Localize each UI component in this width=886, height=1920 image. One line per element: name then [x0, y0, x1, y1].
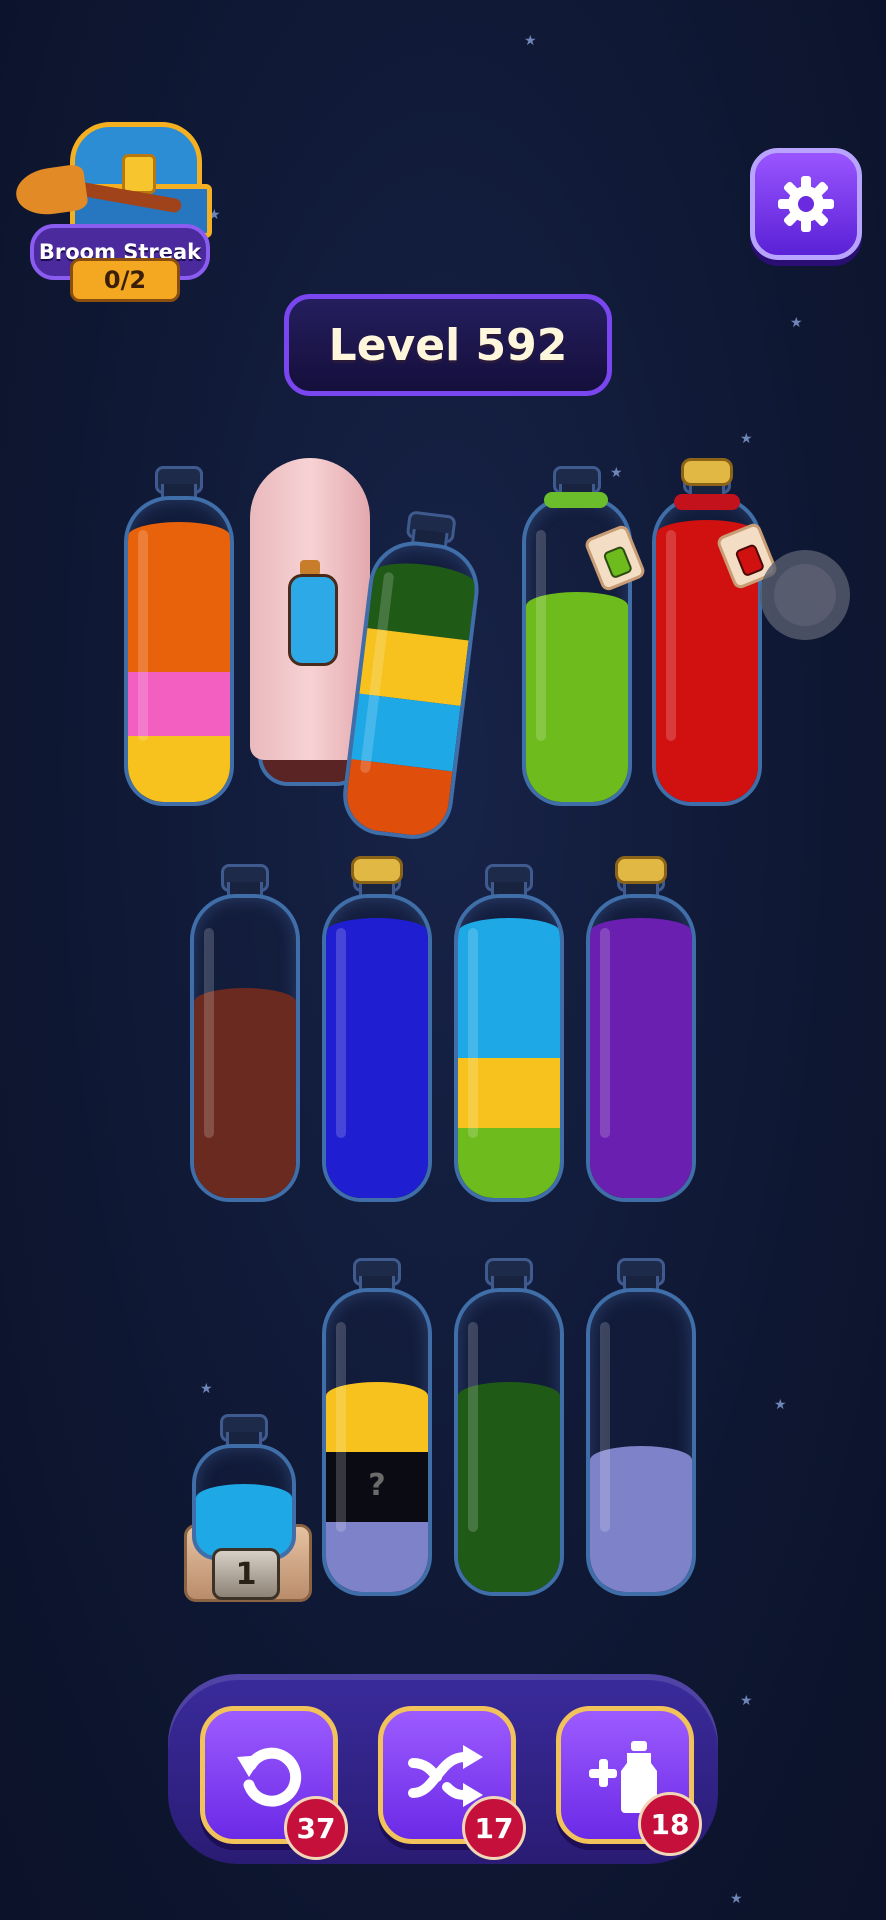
glass-shine [336, 928, 346, 1138]
glass-shine [468, 1322, 478, 1532]
bottle-glass [190, 894, 300, 1202]
add-bottle-count: 18 [650, 1807, 690, 1841]
bottle[interactable] [322, 856, 432, 1202]
rope-lock [544, 492, 608, 508]
bottle[interactable] [454, 864, 564, 1202]
bottle-glass [322, 894, 432, 1202]
star-decoration: ★ [740, 431, 753, 447]
broom-streak-count: 0/2 [70, 258, 180, 302]
bottle-glass [586, 894, 696, 1202]
bottle[interactable] [190, 864, 300, 1202]
bottle-glass [192, 1444, 296, 1560]
liquid [196, 1484, 292, 1556]
tag-bottle-icon [602, 545, 634, 580]
undo-count: 37 [296, 1811, 336, 1845]
level-label: Level 592 [328, 319, 568, 371]
add-bottle-count-badge: 18 [638, 1792, 702, 1856]
bottle-glass [124, 496, 234, 806]
lock-icon [122, 154, 156, 194]
glass-shine [336, 1322, 346, 1532]
star-decoration: ★ [740, 1693, 753, 1709]
cork-icon [681, 458, 733, 486]
pedestal-number-badge: 1 [212, 1548, 280, 1600]
broom-streak-widget[interactable]: Broom Streak 0/2 [12, 118, 212, 303]
star-decoration: ★ [774, 1397, 787, 1413]
bottle-glass [586, 1288, 696, 1596]
glass-shine [600, 1322, 610, 1532]
broom-streak-count-text: 0/2 [103, 266, 147, 294]
cork-icon [615, 856, 667, 884]
settings-button[interactable] [750, 148, 862, 260]
undo-count-badge: 37 [284, 1796, 348, 1860]
touch-indicator [760, 550, 850, 640]
hint-bottle-icon [288, 560, 338, 666]
bottle[interactable] [124, 466, 234, 806]
broom-icon [13, 163, 89, 219]
bottle-glass: ? [322, 1288, 432, 1596]
glass-shine [138, 530, 148, 742]
rope-lock [674, 494, 740, 510]
bottle[interactable] [586, 1258, 696, 1596]
gear-icon [778, 176, 834, 232]
hint-bottle-body [288, 574, 338, 666]
glass-shine [536, 530, 546, 742]
bottle[interactable] [454, 1258, 564, 1596]
tag-bottle-icon [734, 543, 766, 578]
pedestal-number: 1 [235, 1556, 257, 1592]
liquid-layer-yellow [128, 736, 230, 802]
glass-shine [600, 928, 610, 1138]
shuffle-count: 17 [474, 1811, 514, 1845]
liquid-layer-lavender [326, 1522, 428, 1592]
shuffle-count-badge: 17 [462, 1796, 526, 1860]
liquid-layer-light-green [458, 1128, 560, 1198]
liquid-layer-sky-blue [196, 1484, 292, 1556]
bottle-glass [454, 1288, 564, 1596]
bottle-locked[interactable] [522, 466, 632, 806]
bottle-locked[interactable] [652, 458, 762, 806]
level-indicator: Level 592 [284, 294, 612, 396]
liquid-layer-orange [343, 759, 453, 840]
bottle[interactable]: ? [322, 1258, 432, 1596]
star-decoration: ★ [524, 33, 537, 49]
star-decoration: ★ [790, 315, 803, 331]
star-decoration: ★ [730, 1891, 743, 1907]
glass-shine [666, 530, 676, 742]
glass-shine [204, 928, 214, 1138]
star-decoration: ★ [200, 1381, 213, 1397]
small-bottle[interactable] [192, 1414, 296, 1560]
glass-shine [468, 928, 478, 1138]
bottle-glass [454, 894, 564, 1202]
bottle[interactable] [586, 856, 696, 1202]
cork-icon [351, 856, 403, 884]
